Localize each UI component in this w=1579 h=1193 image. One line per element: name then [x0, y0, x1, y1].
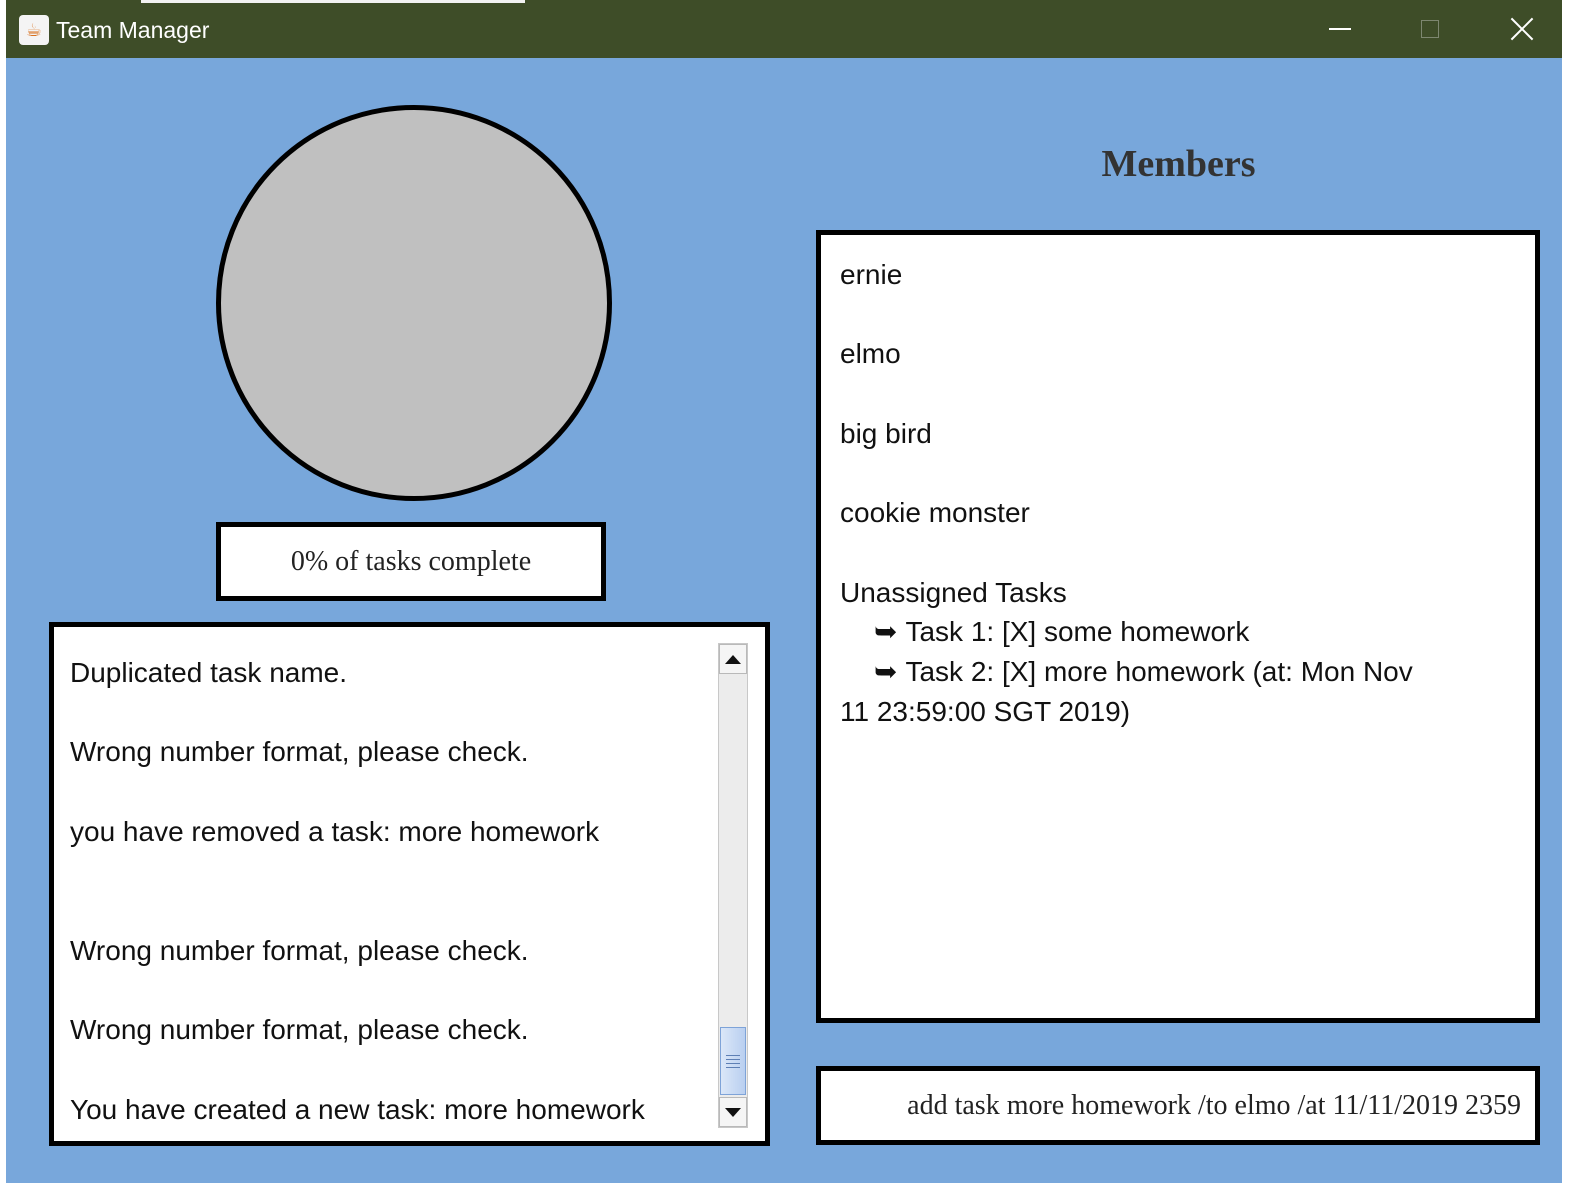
- arrow-up-icon: [725, 654, 741, 664]
- arrow-down-icon: [725, 1107, 741, 1117]
- task-text-continuation: 11 23:59:00 SGT 2019): [840, 695, 1131, 727]
- java-icon: ☕: [19, 15, 49, 45]
- title-bar[interactable]: ☕ Team Manager: [6, 0, 1562, 58]
- log-message: you have removed a task: more homework: [70, 815, 600, 847]
- grip-icon: [726, 1062, 740, 1064]
- grip-icon: [726, 1066, 740, 1068]
- task-text: Task 1: [X] some homework: [905, 616, 1250, 648]
- member-name: ernie: [840, 259, 903, 290]
- scroll-down-button[interactable]: [719, 1097, 747, 1127]
- log-scrollbar[interactable]: [718, 643, 748, 1128]
- member-name: big bird: [840, 417, 932, 449]
- app-window: ☕ Team Manager 0% of tasks complete Dupl…: [6, 0, 1562, 1183]
- log-message: Wrong number format, please check.: [70, 934, 529, 966]
- window-title: Team Manager: [56, 17, 210, 43]
- member-name: elmo: [840, 338, 901, 370]
- log-panel: Duplicated task name. Wrong number forma…: [49, 622, 770, 1146]
- log-message-blank: [70, 891, 710, 931]
- progress-label: 0% of tasks complete: [216, 522, 606, 601]
- task-item: ➥ Task 1: [X] some homework: [840, 612, 1520, 652]
- unassigned-tasks-title: Unassigned Tasks: [840, 576, 1067, 608]
- grip-icon: [726, 1058, 740, 1060]
- log-messages: Duplicated task name. Wrong number forma…: [70, 653, 710, 1169]
- close-button[interactable]: [1476, 0, 1568, 58]
- close-icon: [1510, 17, 1534, 41]
- maximize-button[interactable]: [1384, 0, 1476, 58]
- log-message: You have created a new task: more homewo…: [70, 1093, 645, 1125]
- minimize-icon: [1329, 28, 1351, 30]
- arrow-right-icon: ➥: [874, 616, 898, 648]
- progress-pie: [216, 105, 612, 501]
- log-message: Wrong number format, please check.: [70, 736, 529, 768]
- minimize-button[interactable]: [1294, 0, 1386, 58]
- maximize-icon: [1421, 20, 1439, 38]
- scroll-thumb[interactable]: [720, 1027, 746, 1095]
- task-text: Task 2: [X] more homework (at: Mon Nov: [905, 655, 1413, 687]
- title-bar-highlight: [141, 0, 525, 3]
- grip-icon: [726, 1054, 740, 1056]
- arrow-right-icon: ➥: [874, 655, 898, 687]
- members-heading: Members: [1101, 143, 1256, 185]
- scroll-up-button[interactable]: [719, 644, 747, 674]
- command-input[interactable]: [816, 1066, 1540, 1145]
- log-message: Wrong number format, please check.: [70, 1014, 529, 1046]
- log-message: Duplicated task name.: [70, 657, 348, 688]
- members-list: ernie elmo big bird cookie monster Unass…: [840, 255, 1520, 731]
- task-item: ➥ Task 2: [X] more homework (at: Mon Nov: [840, 652, 1520, 692]
- member-name: cookie monster: [840, 497, 1030, 529]
- members-panel: ernie elmo big bird cookie monster Unass…: [816, 230, 1540, 1023]
